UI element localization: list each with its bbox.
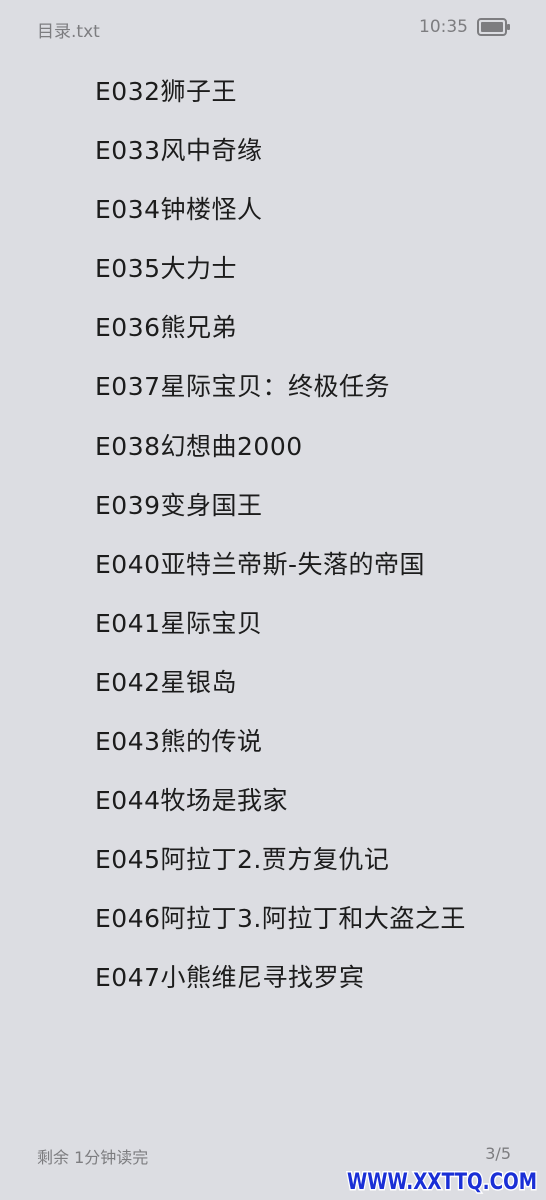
text-line: E041星际宝贝 — [95, 608, 263, 638]
watermark-text: WWW.XXTTQ.COM — [347, 1170, 537, 1195]
text-line: E044牧场是我家 — [95, 786, 289, 816]
text-line: E034钟楼怪人 — [95, 195, 263, 225]
text-line: E043熊的传说 — [95, 727, 263, 757]
text-line: E046阿拉丁3.阿拉丁和大盗之王 — [95, 904, 466, 934]
remaining-reading-time: 剩余 1分钟读完 — [37, 1148, 149, 1167]
text-line: E047小熊维尼寻找罗宾 — [95, 963, 365, 993]
text-line: E037星际宝贝：终极任务 — [95, 372, 391, 402]
file-title: 目录.txt — [37, 22, 100, 42]
text-line: E035大力士 — [95, 254, 238, 284]
text-line: E039变身国王 — [95, 490, 263, 520]
status-bar: 目录.txt 10:35 — [0, 0, 546, 56]
watermark-logo: WWW.XXTTQ.COM — [346, 1169, 539, 1197]
reading-content[interactable]: E032狮子王 E033风中奇缘 E034钟楼怪人 E035大力士 E036熊兄… — [95, 62, 535, 1008]
battery-icon — [477, 18, 510, 36]
text-line: E045阿拉丁2.贾方复仇记 — [95, 845, 390, 875]
text-line: E042星银岛 — [95, 667, 238, 697]
clock: 10:35 — [419, 17, 468, 37]
text-line: E038幻想曲2000 — [95, 431, 303, 461]
page-indicator: 3/5 — [485, 1144, 511, 1163]
text-line: E036熊兄弟 — [95, 313, 238, 343]
text-line: E033风中奇缘 — [95, 136, 263, 166]
text-line: E032狮子王 — [95, 77, 238, 106]
text-line: E040亚特兰帝斯-失落的帝国 — [95, 549, 426, 579]
